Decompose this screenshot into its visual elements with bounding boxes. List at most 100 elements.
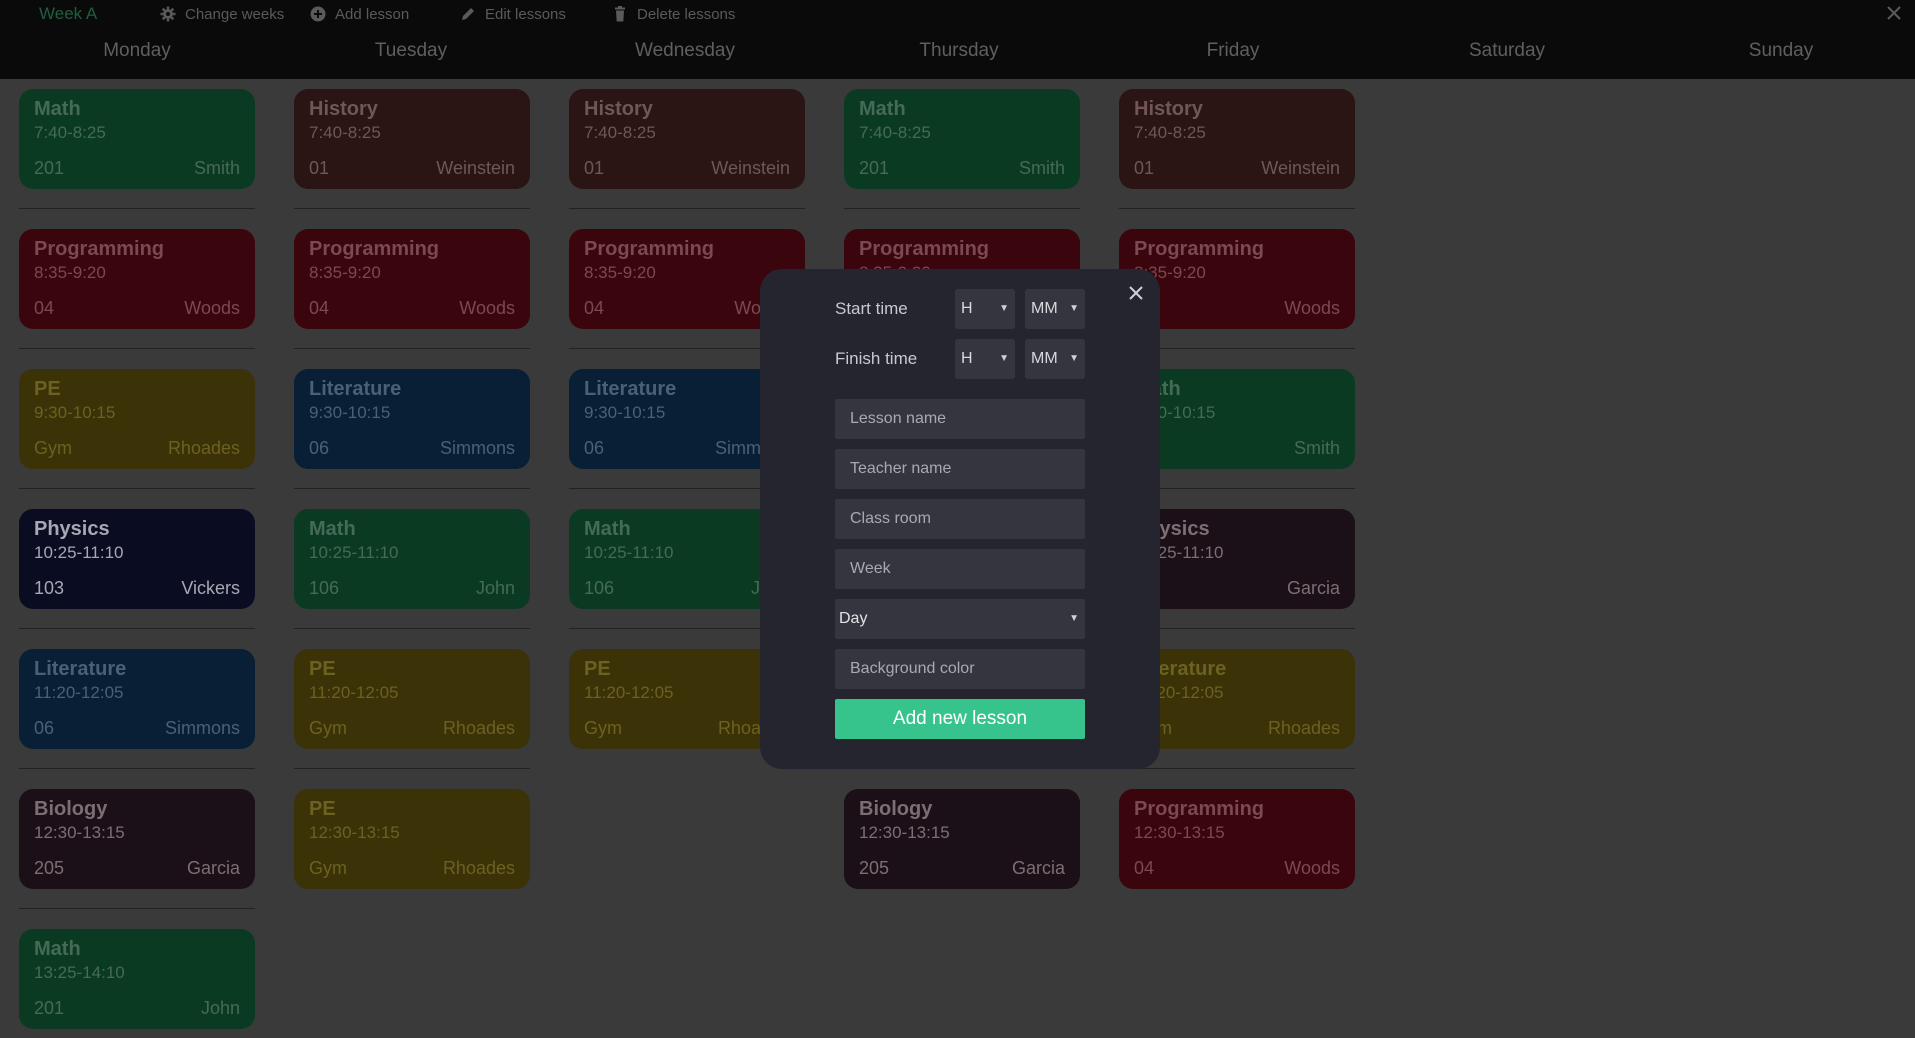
finish-time-row: Finish time H ▼ MM ▼ [835,339,1085,379]
row-divider [294,488,530,489]
finish-hour-select[interactable]: H ▼ [955,339,1015,379]
lesson-footer: 01 Weinstein [584,158,790,179]
lesson-footer: 04 Woods [34,298,240,319]
lesson-footer: 06 Simmons [309,438,515,459]
lesson-name: PE [309,798,336,820]
lesson-name-input[interactable]: Lesson name [835,399,1085,439]
start-minute-select[interactable]: MM ▼ [1025,289,1085,329]
lesson-card[interactable]: Biology 12:30-13:15 205 Garcia [844,789,1080,889]
lesson-name: Programming [584,238,715,260]
teacher-name-input[interactable]: Teacher name [835,449,1085,489]
lesson-card[interactable]: Programming 12:30-13:15 04 Woods [1119,789,1355,889]
lesson-teacher: Smith [1018,158,1065,178]
week-label: Week A [39,4,98,23]
lesson-card[interactable]: Physics 10:25-11:10 103 Vickers [19,509,255,609]
row-divider [294,348,530,349]
lesson-time: 9:30-10:15 [34,403,116,422]
start-time-label: Start time [835,299,908,318]
lesson-card[interactable]: Biology 12:30-13:15 205 Garcia [19,789,255,889]
lesson-footer: 205 Garcia [34,858,240,879]
lesson-card[interactable]: PE 11:20-12:05 Gym Rhoades [294,649,530,749]
lesson-teacher: Weinstein [1261,158,1340,178]
row-divider [569,208,805,209]
class-room-input[interactable]: Class room [835,499,1085,539]
close-icon[interactable] [1126,283,1146,303]
week-input[interactable]: Week [835,549,1085,589]
lesson-name: Literature [34,658,127,680]
day-header-saturday: Saturday [1468,40,1546,61]
lesson-card[interactable]: PE 9:30-10:15 Gym Rhoades [19,369,255,469]
lesson-time: 7:40-8:25 [309,123,381,142]
lesson-teacher: Woods [184,298,240,318]
lesson-teacher: Garcia [1286,578,1340,598]
lesson-footer: 06 Simmons [34,718,240,739]
row-divider [294,208,530,209]
lesson-card[interactable]: Math 7:40-8:25 201 Smith [19,89,255,189]
row-divider [19,628,255,629]
change-weeks-button[interactable]: Change weeks [160,5,284,23]
lesson-name: Literature [309,378,402,400]
week-selector[interactable]: Week A [39,4,98,23]
lesson-time: 8:35-9:20 [1134,263,1206,282]
row-divider [19,768,255,769]
lesson-time: 7:40-8:25 [1134,123,1206,142]
day-header-tuesday: Tuesday [374,40,448,61]
add-new-lesson-button[interactable]: Add new lesson [835,699,1085,739]
start-hour-select[interactable]: H ▼ [955,289,1015,329]
lesson-card[interactable]: History 7:40-8:25 01 Weinstein [569,89,805,189]
row-divider [294,628,530,629]
lesson-card[interactable]: PE 12:30-13:15 Gym Rhoades [294,789,530,889]
row-divider [19,208,255,209]
lesson-footer: 205 Garcia [859,858,1065,879]
finish-minute-select[interactable]: MM ▼ [1025,339,1085,379]
lesson-name: Programming [1134,238,1265,260]
lesson-time: 8:35-9:20 [309,263,381,282]
finish-minute-value: MM [1031,350,1058,367]
edit-lessons-button[interactable]: Edit lessons [460,5,566,23]
lesson-time: 12:30-13:15 [309,823,400,842]
lesson-room: 103 [34,578,65,598]
lesson-time: 7:40-8:25 [859,123,931,142]
lesson-name: PE [34,378,61,400]
day-select[interactable]: Day ▼ [835,599,1085,639]
lesson-name: Physics [34,518,110,540]
background-color-input[interactable]: Background color [835,649,1085,689]
lesson-teacher: Rhoades [442,718,515,738]
lesson-card[interactable]: Literature 9:30-10:15 06 Simmons [294,369,530,469]
lesson-name: History [584,98,653,120]
lesson-room: 01 [584,158,605,178]
lesson-room: 04 [584,298,605,318]
row-divider [294,768,530,769]
lesson-card[interactable]: History 7:40-8:25 01 Weinstein [1119,89,1355,189]
chevron-down-icon: ▼ [1069,353,1079,364]
lesson-card[interactable]: Literature 11:20-12:05 06 Simmons [19,649,255,749]
lesson-time: 11:20-12:05 [309,683,399,702]
chevron-down-icon: ▼ [999,353,1009,364]
add-lesson-button[interactable]: Add lesson [310,5,409,23]
lesson-name: Math [34,938,81,960]
lesson-name: Programming [1134,798,1265,820]
lesson-teacher: Weinstein [711,158,790,178]
lesson-room: 04 [34,298,55,318]
row-divider [844,208,1080,209]
delete-lessons-button[interactable]: Delete lessons [612,5,735,23]
lesson-room: 06 [34,718,55,738]
close-icon[interactable] [1883,2,1905,24]
lesson-card[interactable]: History 7:40-8:25 01 Weinstein [294,89,530,189]
lesson-teacher: John [475,578,515,598]
lesson-room: 205 [859,858,890,878]
lesson-time: 10:25-11:10 [34,543,124,562]
top-bar: Week A Change weeks Add lesson Edit less… [0,0,1915,79]
lesson-card[interactable]: Math 10:25-11:10 106 John [294,509,530,609]
lesson-card[interactable]: Math 13:25-14:10 201 John [19,929,255,1029]
lesson-card[interactable]: Programming 8:35-9:20 04 Woods [19,229,255,329]
lesson-room: 04 [1134,858,1155,878]
lesson-card[interactable]: Programming 8:35-9:20 04 Woods [294,229,530,329]
add-lesson-label: Add lesson [335,5,410,23]
lesson-time: 9:30-10:15 [309,403,391,422]
gear-icon [160,6,176,22]
row-divider [19,488,255,489]
lesson-card[interactable]: Math 7:40-8:25 201 Smith [844,89,1080,189]
chevron-down-icon: ▼ [1069,613,1079,624]
lesson-footer: 04 Woods [309,298,515,319]
